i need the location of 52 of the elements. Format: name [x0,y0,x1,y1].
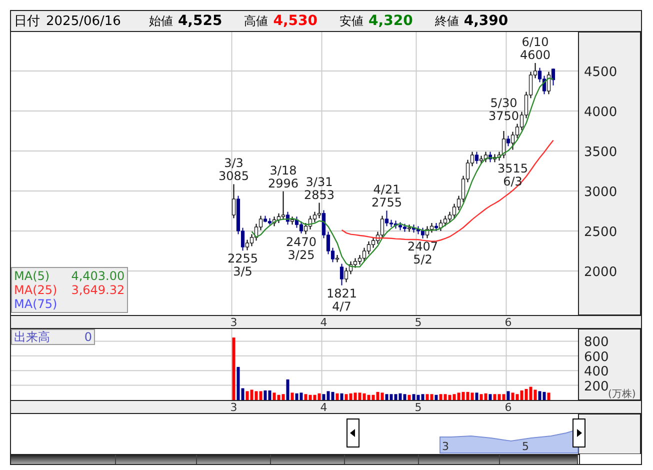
month-axis-label: 3 [230,316,238,328]
date-value: 2025/06/16 [46,14,121,28]
quote-value: 4,320 [368,13,413,29]
price-axis-label: 2000 [584,265,618,280]
legend-value: 3,649.32 [71,283,125,297]
month-axis-label: 6 [504,401,512,413]
overview-label: 3 [442,440,449,453]
price-annotation: 3/18 2996 [268,163,299,190]
price-annotation: 2470 3/25 [286,235,317,262]
price-annotation: 5/30 3750 [488,96,520,123]
range-handle-left[interactable] [346,418,360,448]
price-axis-label: 3500 [584,145,618,160]
legend-value: 4,403.00 [71,269,125,283]
price-axis-label: 3000 [584,185,618,200]
scrollbar[interactable] [11,454,580,464]
quote-label: 終値 [434,12,459,30]
legend-label: MA(25) [14,283,58,297]
quote-label: 始値 [148,12,173,30]
volume-unit: (万株) [608,389,636,400]
quote-value: 4,390 [464,13,508,29]
volume-axis-label: 600 [584,350,609,365]
quote-value: 4,525 [178,13,222,29]
quote-label: 安値 [340,12,364,30]
quote-label: 高値 [244,12,268,30]
volume-axis-label: 800 [584,335,609,350]
legend-label: MA(75) [14,297,58,311]
month-axis-label: 5 [414,401,422,413]
date-label: 日付 [14,13,40,30]
price-annotation: 4/21 2755 [371,182,402,210]
volume-axis-label: 200 [584,379,609,394]
month-axis-label: 3 [230,401,238,413]
volume-label: 出来高 [14,330,50,344]
price-annotation: 6/10 4600 [520,35,551,62]
month-axis-label: 6 [504,316,512,328]
month-axis-label: 4 [320,316,328,328]
price-annotation: 3/3 3085 [218,156,250,184]
price-annotation: 2407 5/2 [407,239,438,266]
price-axis-label: 2500 [584,225,618,240]
volume-axis-label: 400 [584,364,609,380]
range-handle-right[interactable] [572,418,586,448]
month-axis-label: 4 [320,401,328,413]
legend-label: MA(5) [14,269,51,283]
price-annotation: 2255 3/5 [227,252,258,279]
price-annotation: 3515 6/3 [497,162,528,189]
volume-value: 0 [84,330,92,344]
quote-value: 4,530 [273,13,318,29]
month-axis-label: 5 [414,316,422,328]
price-axis-label: 4500 [584,65,618,80]
price-annotation: 3/31 2853 [304,174,335,202]
price-axis-label: 4000 [584,105,618,120]
overview-label: 5 [522,440,529,453]
price-annotation: 1821 4/7 [326,286,358,314]
